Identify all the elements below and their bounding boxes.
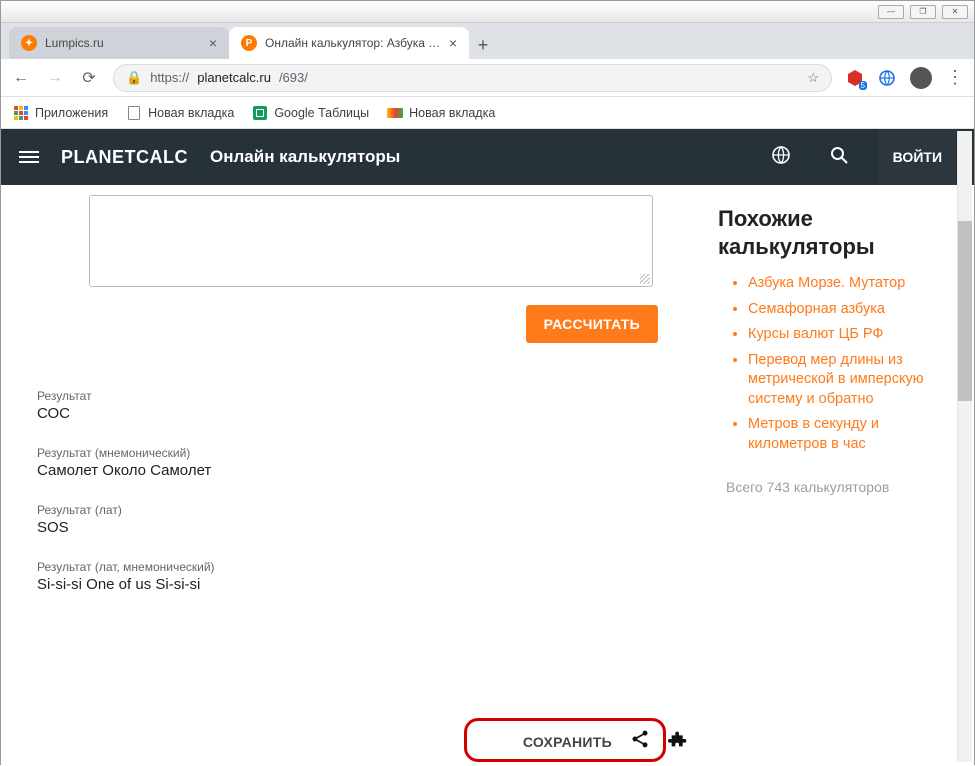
main-column: РАССЧИТАТЬ Результат СОС Результат (мнем… bbox=[1, 185, 714, 766]
url-scheme: https:// bbox=[150, 70, 189, 85]
result-label: Результат (мнемонический) bbox=[37, 446, 678, 460]
result-label: Результат bbox=[37, 389, 678, 403]
hamburger-menu-icon[interactable] bbox=[19, 151, 39, 163]
bookmark-google-sheets[interactable]: Google Таблицы bbox=[252, 105, 369, 121]
window-maximize-button[interactable]: ❐ bbox=[910, 5, 936, 19]
bookmark-newtab-2[interactable]: Новая вкладка bbox=[387, 106, 495, 120]
site-header: PLANETCALC Онлайн калькуляторы ВОЙТИ bbox=[1, 129, 974, 185]
close-tab-icon[interactable]: × bbox=[209, 35, 217, 51]
browser-menu-button[interactable]: ⋮ bbox=[946, 67, 964, 88]
bookmark-label: Приложения bbox=[35, 106, 108, 120]
site-brand[interactable]: PLANETCALC bbox=[61, 147, 188, 168]
related-link[interactable]: Метров в секунду и километров в час bbox=[748, 415, 956, 454]
related-link[interactable]: Семафорная азбука bbox=[748, 300, 956, 320]
url-path: /693/ bbox=[279, 70, 308, 85]
orange-circle-icon: ✦ bbox=[21, 35, 37, 51]
window-close-button[interactable]: ✕ bbox=[942, 5, 968, 19]
tab-lumpics[interactable]: ✦ Lumpics.ru × bbox=[9, 27, 229, 59]
page-content: РАССЧИТАТЬ Результат СОС Результат (мнем… bbox=[1, 185, 974, 766]
bookmark-label: Новая вкладка bbox=[409, 106, 495, 120]
forward-button[interactable]: → bbox=[45, 69, 65, 87]
window-minimize-button[interactable]: — bbox=[878, 5, 904, 19]
url-host: planetcalc.ru bbox=[197, 70, 271, 85]
bookmark-newtab-1[interactable]: Новая вкладка bbox=[126, 105, 234, 121]
apps-shortcut[interactable]: Приложения bbox=[13, 105, 108, 121]
result-value: SOS bbox=[37, 519, 678, 536]
address-input[interactable]: 🔒 https:// planetcalc.ru/693/ ☆ bbox=[113, 64, 832, 92]
bookmark-star-icon[interactable]: ☆ bbox=[807, 70, 819, 86]
related-link[interactable]: Азбука Морзе. Мутатор bbox=[748, 274, 956, 294]
search-icon[interactable] bbox=[821, 145, 857, 170]
login-button[interactable]: ВОЙТИ bbox=[879, 129, 956, 185]
page-scrollbar[interactable] bbox=[957, 131, 972, 762]
result-value: Самолет Около Самолет bbox=[37, 462, 678, 479]
related-link[interactable]: Перевод мер длины из метрической в импер… bbox=[748, 351, 956, 410]
result-value: Si-si-si One of us Si-si-si bbox=[37, 576, 678, 593]
save-button[interactable]: СОХРАНИТЬ bbox=[523, 734, 612, 750]
address-bar-row: ← → ⟳ 🔒 https:// planetcalc.ru/693/ ☆ 5 ⋮ bbox=[1, 59, 974, 97]
back-button[interactable]: ← bbox=[11, 69, 31, 87]
calculate-button[interactable]: РАССЧИТАТЬ bbox=[526, 305, 658, 343]
browser-tab-strip: ✦ Lumpics.ru × P Онлайн калькулятор: Азб… bbox=[1, 23, 974, 59]
close-tab-icon[interactable]: × bbox=[449, 35, 457, 51]
result-value: СОС bbox=[37, 405, 678, 422]
tab-title: Lumpics.ru bbox=[45, 36, 201, 50]
calculator-textarea[interactable] bbox=[89, 195, 653, 287]
tab-planetcalc[interactable]: P Онлайн калькулятор: Азбука М… × bbox=[229, 27, 469, 59]
result-label: Результат (лат, мнемонический) bbox=[37, 560, 678, 574]
planetcalc-icon: P bbox=[241, 35, 257, 51]
language-icon[interactable] bbox=[763, 145, 799, 170]
save-share-row: СОХРАНИТЬ bbox=[523, 728, 690, 756]
window-titlebar: — ❐ ✕ bbox=[1, 1, 974, 23]
sidebar: Похожие калькуляторы Азбука Морзе. Мутат… bbox=[714, 185, 974, 766]
related-link[interactable]: Курсы валют ЦБ РФ bbox=[748, 325, 956, 345]
adblock-extension-icon[interactable]: 5 bbox=[846, 69, 864, 87]
tab-title: Онлайн калькулятор: Азбука М… bbox=[265, 36, 441, 50]
lock-icon: 🔒 bbox=[126, 70, 142, 86]
scrollbar-thumb[interactable] bbox=[958, 221, 972, 401]
profile-avatar[interactable] bbox=[910, 67, 932, 89]
new-tab-button[interactable]: + bbox=[469, 31, 497, 59]
bookmarks-bar: Приложения Новая вкладка Google Таблицы … bbox=[1, 97, 974, 129]
bookmark-label: Google Таблицы bbox=[274, 106, 369, 120]
globe-extension-icon[interactable] bbox=[878, 69, 896, 87]
extension-badge: 5 bbox=[859, 81, 867, 90]
result-label: Результат (лат) bbox=[37, 503, 678, 517]
sidebar-total: Всего 743 калькуляторов bbox=[718, 477, 956, 498]
sidebar-heading: Похожие калькуляторы bbox=[718, 205, 956, 260]
puzzle-piece-icon[interactable] bbox=[668, 728, 690, 756]
bookmark-label: Новая вкладка bbox=[148, 106, 234, 120]
reload-button[interactable]: ⟳ bbox=[79, 68, 99, 88]
share-icon[interactable] bbox=[630, 729, 650, 755]
site-subtitle: Онлайн калькуляторы bbox=[210, 147, 400, 167]
